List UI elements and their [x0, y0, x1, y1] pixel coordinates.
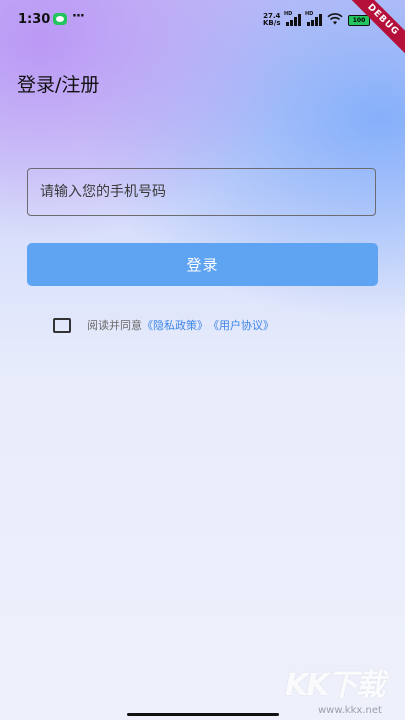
watermark-logo: KK下载 [285, 668, 385, 703]
login-button[interactable]: 登录 [27, 243, 378, 286]
cell-signal-icon-1: HD [284, 11, 302, 26]
signal-1-label: HD [284, 11, 293, 17]
battery-icon: 100 [348, 15, 370, 26]
user-agreement-link[interactable]: 《用户协议》 [208, 317, 274, 333]
status-time: 1:30 [18, 12, 51, 27]
network-speed-unit: KB/s [263, 19, 281, 27]
cell-signal-icon-2: HD [305, 11, 323, 26]
page-title: 登录/注册 [17, 74, 100, 96]
watermark-url: www.kkx.net [318, 705, 382, 716]
agreement-row: 阅读并同意 《隐私政策》 《用户协议》 [53, 316, 274, 334]
wifi-icon [327, 13, 343, 25]
home-indicator[interactable] [127, 713, 279, 716]
agreement-checkbox[interactable] [53, 317, 71, 333]
network-speed: 27.4 KB/s [263, 13, 280, 27]
signal-2-label: HD [305, 11, 314, 17]
more-notifications-icon: ··· [72, 9, 85, 24]
agreement-text: 阅读并同意 [87, 319, 142, 332]
background [0, 0, 405, 720]
phone-input[interactable] [27, 168, 376, 216]
status-bar: 1:30 ··· 27.4 KB/s HD HD 100 [0, 0, 405, 40]
wechat-notification-icon [53, 13, 67, 25]
privacy-policy-link[interactable]: 《隐私政策》 [142, 317, 208, 333]
